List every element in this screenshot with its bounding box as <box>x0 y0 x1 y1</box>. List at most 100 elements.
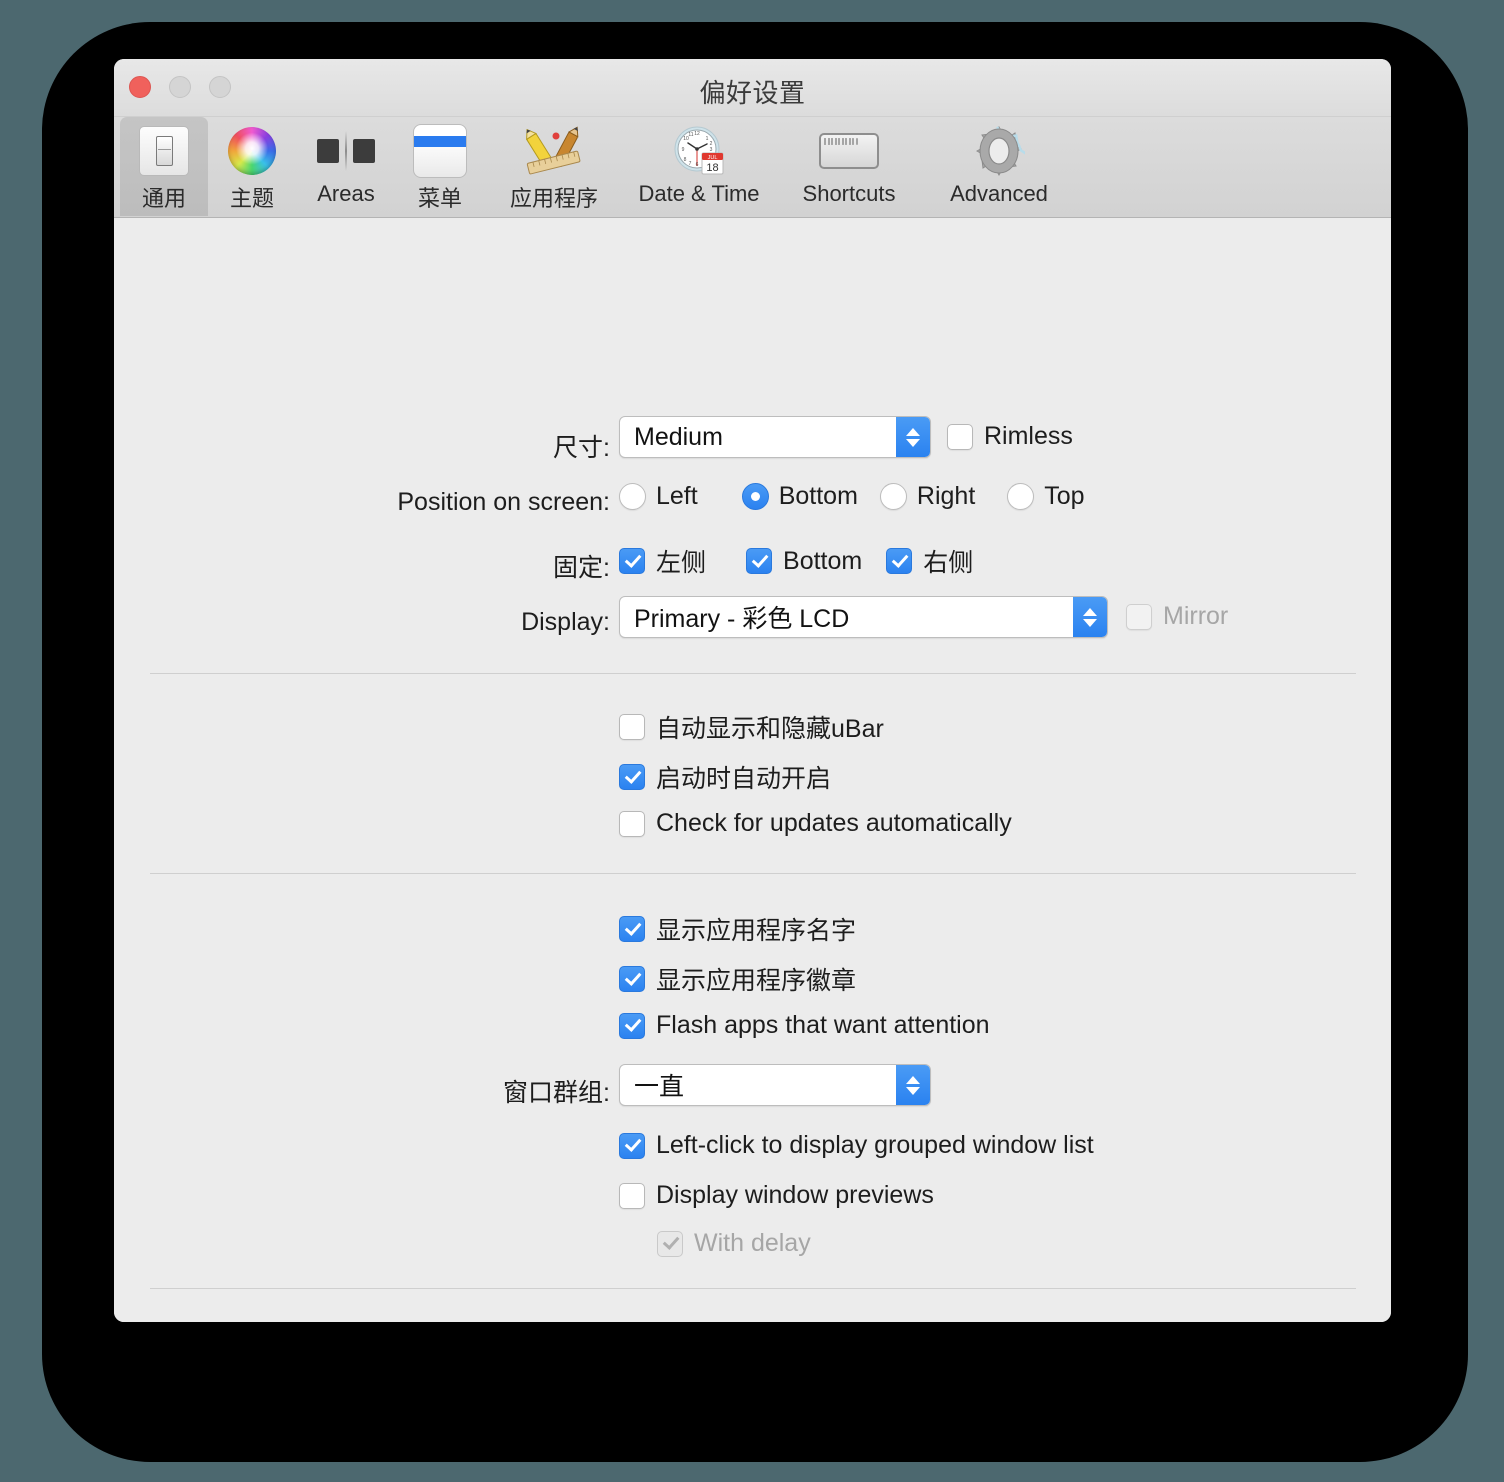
rimless-checkbox-box[interactable] <box>947 423 973 450</box>
auto-hide-ubar-checkbox-box[interactable] <box>619 714 645 740</box>
launch-at-startup-checkbox-box[interactable] <box>619 764 645 790</box>
anchor-checkbox-left[interactable]: 左侧 <box>619 543 706 579</box>
position-radio-bottom[interactable]: Bottom <box>741 482 858 511</box>
svg-text:1: 1 <box>706 136 709 142</box>
window-grouping-popup-stepper-icon[interactable] <box>896 1065 930 1105</box>
anchor-checkbox-bottom[interactable]: Bottom <box>746 547 862 576</box>
anchor-checkbox-right[interactable]: 右侧 <box>886 543 973 579</box>
display-popup-stepper-icon[interactable] <box>1073 597 1107 637</box>
position-radio-left[interactable]: Left <box>619 482 698 511</box>
tab-general-label: 通用 <box>141 186 186 211</box>
clock-calendar-icon: 12 3 6 9 10 11 1 2 4 5 7 8 <box>673 123 725 179</box>
separator-3 <box>150 1288 1356 1289</box>
svg-text:8: 8 <box>684 157 687 163</box>
position-on-screen-label: Position on screen: <box>397 488 610 516</box>
display-window-previews-checkbox[interactable]: Display window previews <box>619 1181 934 1210</box>
general-pane: 尺寸: Medium Rimless Position on screen: L… <box>114 218 1391 1322</box>
position-radio-left-dot[interactable] <box>619 483 646 510</box>
svg-text:7: 7 <box>689 161 692 167</box>
preferences-window: 偏好设置 通用 主题 Areas 菜单 应用程序 12 3 6 9 10 11 … <box>114 59 1391 1322</box>
show-app-names-checkbox[interactable]: 显示应用程序名字 <box>619 911 856 947</box>
show-app-badges-checkbox-label: 显示应用程序徽章 <box>656 967 857 995</box>
anchor-checkbox-right-box[interactable] <box>886 548 913 574</box>
mirror-checkbox: Mirror <box>1126 602 1228 631</box>
position-radio-top-dot[interactable] <box>1007 483 1035 510</box>
window-grouping-label: 窗口群组: <box>503 1079 610 1107</box>
left-click-grouped-list-checkbox[interactable]: Left-click to display grouped window lis… <box>619 1131 1094 1160</box>
tab-shortcuts[interactable]: Shortcuts <box>774 117 924 216</box>
anchor-checkbox-bottom-label: Bottom <box>783 546 863 575</box>
position-radio-bottom-label: Bottom <box>778 482 858 510</box>
tab-areas[interactable]: Areas <box>296 117 396 216</box>
window-grouping-popup-value: 一直 <box>634 1073 685 1101</box>
window-grouping-popup-button[interactable]: 一直 <box>619 1064 931 1106</box>
anchor-checkbox-left-label: 左侧 <box>656 549 707 577</box>
mirror-checkbox-label: Mirror <box>1163 602 1229 630</box>
tab-menu-label: 菜单 <box>417 186 462 211</box>
svg-text:2: 2 <box>710 141 713 147</box>
tab-date-time[interactable]: 12 3 6 9 10 11 1 2 4 5 7 8 <box>624 117 774 216</box>
rimless-checkbox-label: Rimless <box>984 422 1073 450</box>
size-popup-value: Medium <box>634 422 723 451</box>
auto-hide-ubar-checkbox[interactable]: 自动显示和隐藏uBar <box>619 709 884 745</box>
display-label: Display: <box>521 608 610 636</box>
left-click-grouped-list-checkbox-label: Left-click to display grouped window lis… <box>656 1131 1094 1159</box>
position-radio-right-dot[interactable] <box>879 483 907 510</box>
size-popup-stepper-icon[interactable] <box>896 417 930 457</box>
auto-hide-ubar-checkbox-label: 自动显示和隐藏uBar <box>656 715 884 743</box>
switch-icon <box>139 123 189 179</box>
left-click-grouped-list-checkbox-box[interactable] <box>619 1132 645 1159</box>
show-app-badges-checkbox[interactable]: 显示应用程序徽章 <box>619 961 856 997</box>
tab-menu[interactable]: 菜单 <box>396 117 484 216</box>
tab-applications[interactable]: 应用程序 <box>484 117 624 216</box>
tab-general[interactable]: 通用 <box>120 117 208 216</box>
tab-theme[interactable]: 主题 <box>208 117 296 216</box>
with-delay-checkbox-label: With delay <box>694 1229 811 1257</box>
position-radio-top[interactable]: Top <box>1007 482 1085 511</box>
display-popup-button[interactable]: Primary - 彩色 LCD <box>619 596 1108 638</box>
position-radio-left-label: Left <box>656 482 698 510</box>
position-radio-bottom-dot[interactable] <box>741 483 769 510</box>
size-popup-button[interactable]: Medium <box>619 416 931 458</box>
with-delay-checkbox: With delay <box>657 1229 811 1258</box>
preferences-toolbar: 通用 主题 Areas 菜单 应用程序 12 3 6 9 10 11 1 2 7… <box>114 117 1391 218</box>
tab-shortcuts-label: Shortcuts <box>802 181 896 206</box>
window-titlebar: 偏好设置 <box>114 59 1391 117</box>
svg-text:11: 11 <box>688 132 693 138</box>
flash-apps-checkbox-box[interactable] <box>619 1012 645 1039</box>
check-updates-checkbox[interactable]: Check for updates automatically <box>619 809 1012 838</box>
show-app-badges-checkbox-box[interactable] <box>619 966 645 992</box>
check-updates-checkbox-label: Check for updates automatically <box>656 809 1012 837</box>
rimless-checkbox[interactable]: Rimless <box>947 422 1073 451</box>
tab-date-time-label: Date & Time <box>638 181 760 206</box>
svg-text:6: 6 <box>696 162 699 168</box>
gear-icon <box>973 123 1025 179</box>
with-delay-checkbox-box <box>657 1230 683 1257</box>
separator-1 <box>150 673 1356 674</box>
launch-at-startup-checkbox[interactable]: 启动时自动开启 <box>619 759 831 795</box>
areas-split-icon <box>317 123 375 179</box>
svg-text:3: 3 <box>710 147 713 153</box>
position-radio-right-label: Right <box>916 482 976 510</box>
flash-apps-checkbox-label: Flash apps that want attention <box>656 1011 990 1039</box>
launch-at-startup-checkbox-label: 启动时自动开启 <box>656 765 832 793</box>
anchor-label: 固定: <box>553 554 610 582</box>
anchor-checkbox-left-box[interactable] <box>619 548 645 574</box>
position-radio-right[interactable]: Right <box>879 482 976 511</box>
window-title: 偏好设置 <box>699 78 806 108</box>
tab-advanced[interactable]: Advanced <box>924 117 1074 216</box>
svg-text:9: 9 <box>682 147 685 153</box>
flash-apps-checkbox[interactable]: Flash apps that want attention <box>619 1011 990 1040</box>
show-app-names-checkbox-label: 显示应用程序名字 <box>656 917 857 945</box>
tab-applications-label: 应用程序 <box>509 186 598 211</box>
display-popup-value: Primary - 彩色 LCD <box>634 605 850 633</box>
display-window-previews-checkbox-box[interactable] <box>619 1182 645 1209</box>
tab-advanced-label: Advanced <box>950 181 1048 206</box>
show-app-names-checkbox-box[interactable] <box>619 916 645 942</box>
position-radio-top-label: Top <box>1044 482 1085 510</box>
anchor-checkbox-bottom-box[interactable] <box>746 548 773 574</box>
svg-text:12: 12 <box>694 131 700 137</box>
check-updates-checkbox-box[interactable] <box>619 810 645 837</box>
keyboard-icon <box>819 123 879 179</box>
tab-theme-label: 主题 <box>229 186 274 211</box>
